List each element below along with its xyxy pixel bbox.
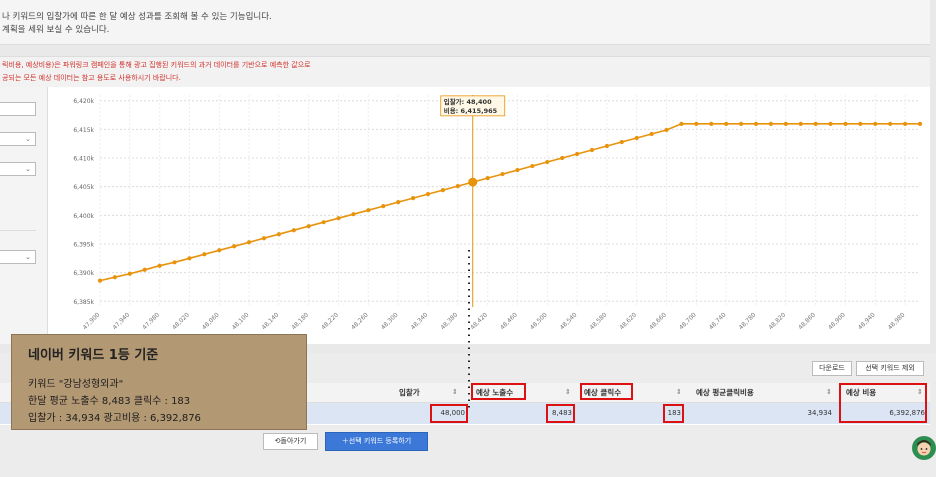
dotted-connector (468, 250, 470, 410)
avatar-icon (917, 440, 931, 456)
avatar[interactable] (912, 436, 936, 460)
